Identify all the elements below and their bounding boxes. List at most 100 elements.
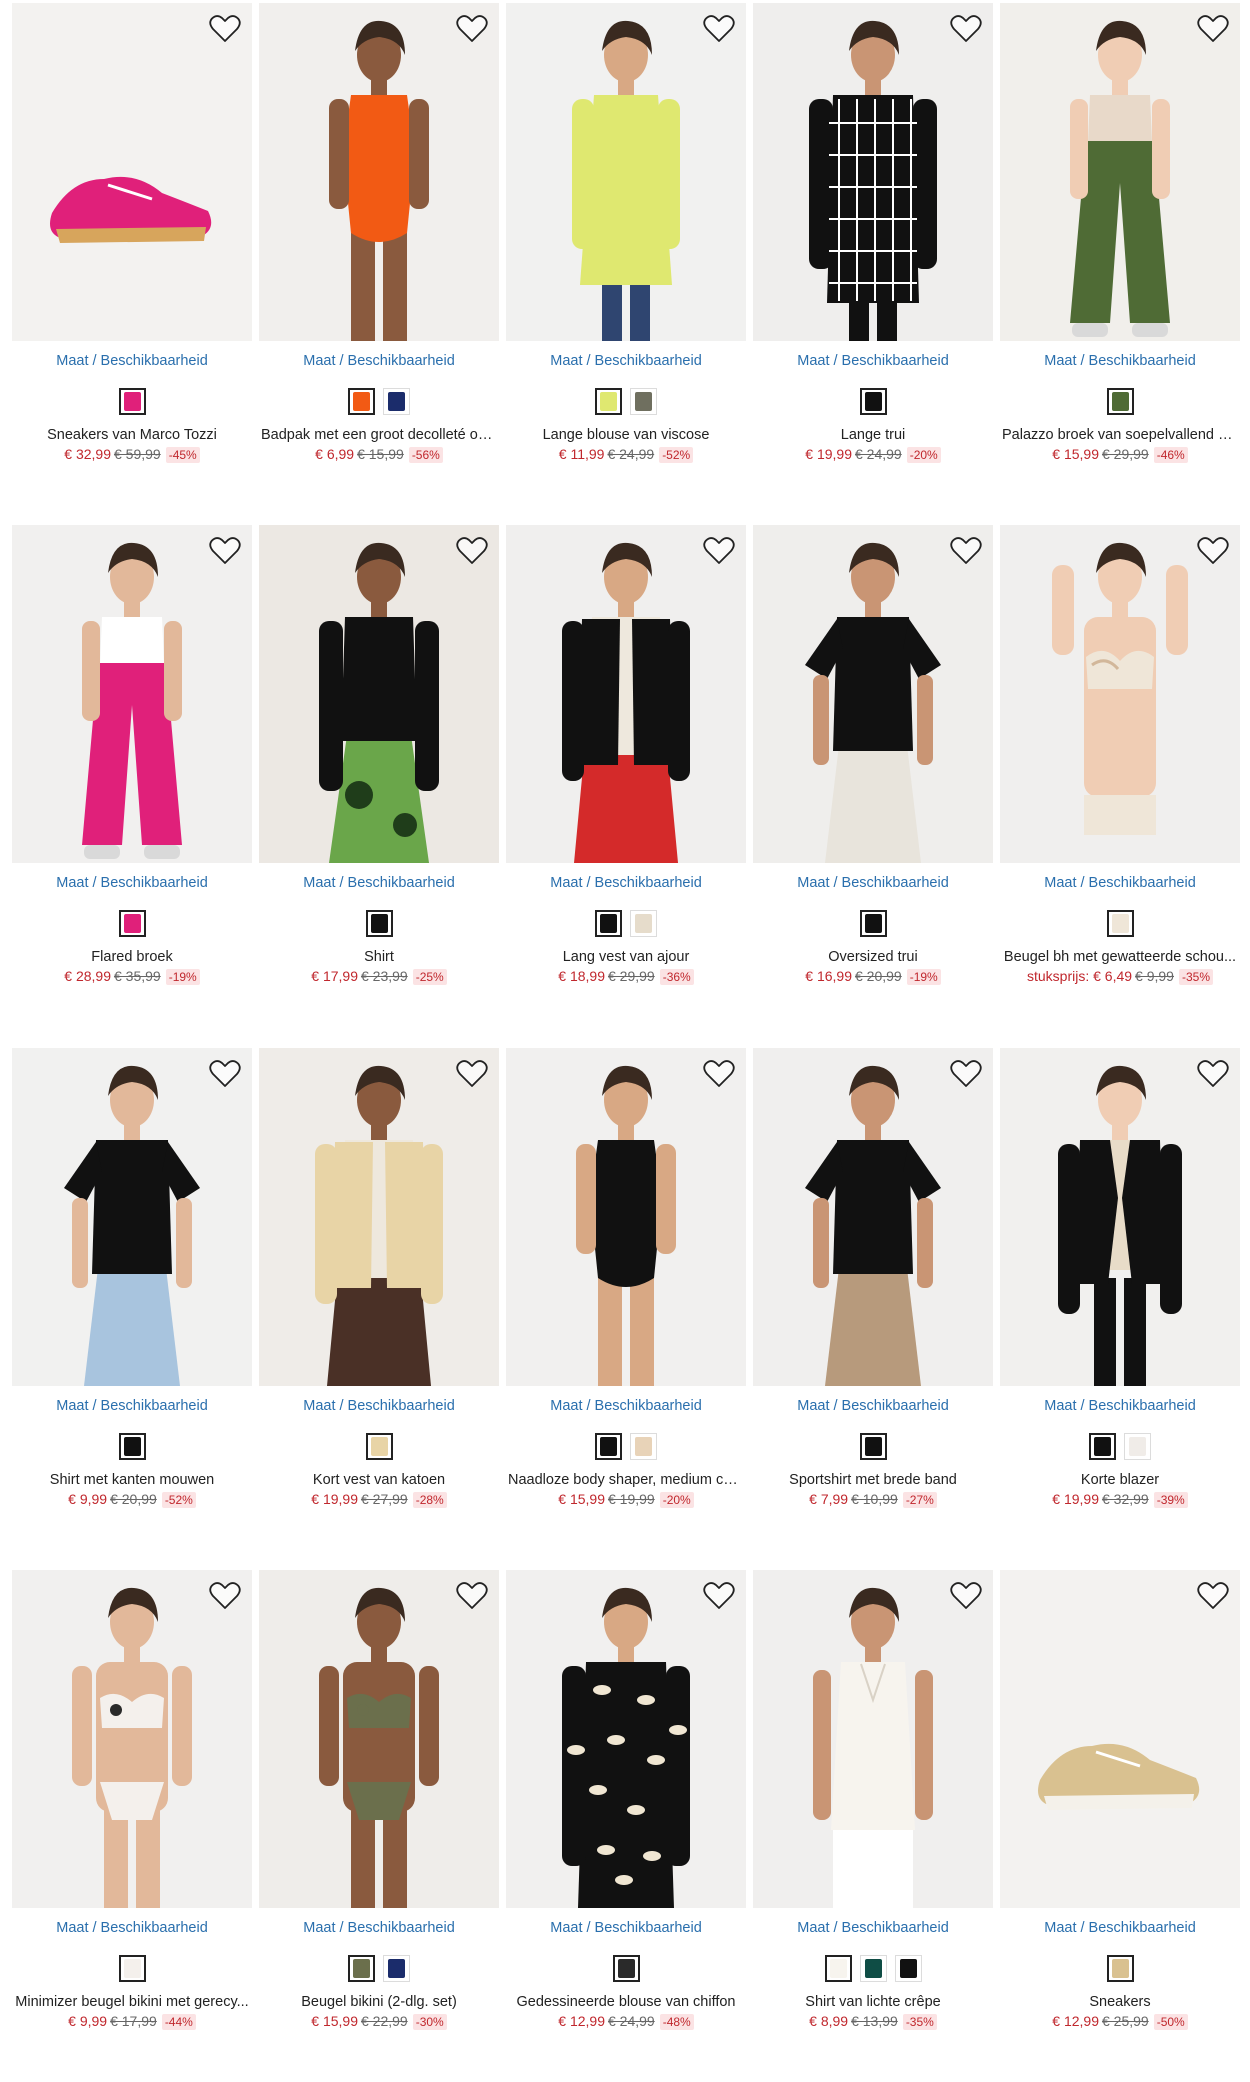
color-swatch[interactable]	[859, 1432, 887, 1460]
wishlist-heart-icon[interactable]	[702, 1058, 736, 1090]
product-name[interactable]: Lange trui	[753, 427, 993, 443]
size-availability-link[interactable]: Maat / Beschikbaarheid	[1000, 875, 1240, 891]
product-image[interactable]	[1000, 3, 1240, 341]
product-name[interactable]: Shirt met kanten mouwen	[12, 1472, 252, 1488]
size-availability-link[interactable]: Maat / Beschikbaarheid	[1000, 1398, 1240, 1414]
color-swatch[interactable]	[1106, 909, 1134, 937]
product-card[interactable]: Maat / Beschikbaarheid Korte blazer € 19,9…	[1000, 1048, 1240, 1508]
product-name[interactable]: Beugel bh met gewatteerde schou...	[1000, 949, 1240, 965]
size-availability-link[interactable]: Maat / Beschikbaarheid	[753, 1920, 993, 1936]
wishlist-heart-icon[interactable]	[208, 535, 242, 567]
wishlist-heart-icon[interactable]	[702, 535, 736, 567]
wishlist-heart-icon[interactable]	[455, 1058, 489, 1090]
product-image[interactable]	[259, 3, 499, 341]
product-name[interactable]: Kort vest van katoen	[259, 1472, 499, 1488]
color-swatch[interactable]	[824, 1954, 852, 1982]
wishlist-heart-icon[interactable]	[1196, 1058, 1230, 1090]
product-card[interactable]: Maat / Beschikbaarheid Lange trui € 19,99 €…	[753, 3, 993, 463]
product-image[interactable]	[259, 525, 499, 863]
color-swatch[interactable]	[348, 1954, 375, 1982]
size-availability-link[interactable]: Maat / Beschikbaarheid	[1000, 1920, 1240, 1936]
product-card[interactable]: Maat / Beschikbaarheid Lang vest van ajou…	[506, 525, 746, 985]
product-card[interactable]: Maat / Beschikbaarheid Oversized trui € 16…	[753, 525, 993, 985]
product-image[interactable]	[753, 3, 993, 341]
product-card[interactable]: Maat / Beschikbaarheid Beugel bikini (2-d…	[259, 1570, 499, 2030]
color-swatch[interactable]	[1089, 1432, 1116, 1460]
product-image[interactable]	[1000, 525, 1240, 863]
size-availability-link[interactable]: Maat / Beschikbaarheid	[506, 1920, 746, 1936]
product-image[interactable]	[506, 1048, 746, 1386]
wishlist-heart-icon[interactable]	[702, 13, 736, 45]
color-swatch[interactable]	[1124, 1432, 1151, 1460]
wishlist-heart-icon[interactable]	[208, 1058, 242, 1090]
product-image[interactable]	[753, 1048, 993, 1386]
wishlist-heart-icon[interactable]	[455, 1580, 489, 1612]
product-image[interactable]	[12, 1570, 252, 1908]
wishlist-heart-icon[interactable]	[949, 1058, 983, 1090]
product-card[interactable]: Maat / Beschikbaarheid Shirt van lichte c…	[753, 1570, 993, 2030]
color-swatch[interactable]	[118, 387, 146, 415]
size-availability-link[interactable]: Maat / Beschikbaarheid	[12, 1920, 252, 1936]
product-name[interactable]: Badpak met een groot decolleté op...	[259, 427, 499, 443]
color-swatch[interactable]	[1106, 387, 1134, 415]
wishlist-heart-icon[interactable]	[208, 13, 242, 45]
size-availability-link[interactable]: Maat / Beschikbaarheid	[12, 353, 252, 369]
product-image[interactable]	[753, 525, 993, 863]
product-image[interactable]	[506, 3, 746, 341]
wishlist-heart-icon[interactable]	[455, 13, 489, 45]
wishlist-heart-icon[interactable]	[455, 535, 489, 567]
product-card[interactable]: Maat / Beschikbaarheid Lange blouse van v…	[506, 3, 746, 463]
color-swatch[interactable]	[365, 1432, 393, 1460]
color-swatch[interactable]	[630, 1432, 657, 1460]
product-image[interactable]	[506, 1570, 746, 1908]
product-image[interactable]	[12, 1048, 252, 1386]
wishlist-heart-icon[interactable]	[1196, 1580, 1230, 1612]
wishlist-heart-icon[interactable]	[1196, 13, 1230, 45]
color-swatch[interactable]	[859, 387, 887, 415]
wishlist-heart-icon[interactable]	[949, 535, 983, 567]
color-swatch[interactable]	[894, 1954, 922, 1982]
product-image[interactable]	[12, 3, 252, 341]
product-name[interactable]: Sneakers	[1000, 1994, 1240, 2010]
size-availability-link[interactable]: Maat / Beschikbaarheid	[506, 353, 746, 369]
product-name[interactable]: Lange blouse van viscose	[506, 427, 746, 443]
color-swatch[interactable]	[383, 1954, 410, 1982]
product-card[interactable]: Maat / Beschikbaarheid Kort vest van kato…	[259, 1048, 499, 1508]
product-name[interactable]: Korte blazer	[1000, 1472, 1240, 1488]
color-swatch[interactable]	[365, 909, 393, 937]
size-availability-link[interactable]: Maat / Beschikbaarheid	[12, 1398, 252, 1414]
product-card[interactable]: Maat / Beschikbaarheid Sportshirt met bre…	[753, 1048, 993, 1508]
size-availability-link[interactable]: Maat / Beschikbaarheid	[753, 1398, 993, 1414]
size-availability-link[interactable]: Maat / Beschikbaarheid	[259, 1398, 499, 1414]
color-swatch[interactable]	[118, 1432, 146, 1460]
color-swatch[interactable]	[595, 909, 622, 937]
product-card[interactable]: Maat / Beschikbaarheid Gedessineerde blou…	[506, 1570, 746, 2030]
product-card[interactable]: Maat / Beschikbaarheid Sneakers € 12,99 € 2…	[1000, 1570, 1240, 2030]
product-image[interactable]	[259, 1570, 499, 1908]
size-availability-link[interactable]: Maat / Beschikbaarheid	[12, 875, 252, 891]
color-swatch[interactable]	[595, 387, 622, 415]
product-image[interactable]	[506, 525, 746, 863]
product-name[interactable]: Oversized trui	[753, 949, 993, 965]
color-swatch[interactable]	[383, 387, 410, 415]
product-name[interactable]: Palazzo broek van soepelvallend sa...	[1000, 427, 1240, 443]
color-swatch[interactable]	[118, 1954, 146, 1982]
color-swatch[interactable]	[348, 387, 375, 415]
size-availability-link[interactable]: Maat / Beschikbaarheid	[506, 1398, 746, 1414]
product-name[interactable]: Beugel bikini (2-dlg. set)	[259, 1994, 499, 2010]
color-swatch[interactable]	[859, 909, 887, 937]
product-name[interactable]: Minimizer beugel bikini met gerecy...	[12, 1994, 252, 2010]
product-image[interactable]	[259, 1048, 499, 1386]
product-card[interactable]: Maat / Beschikbaarheid Shirt € 17,99 € 23,9…	[259, 525, 499, 985]
size-availability-link[interactable]: Maat / Beschikbaarheid	[753, 875, 993, 891]
product-name[interactable]: Shirt van lichte crêpe	[753, 1994, 993, 2010]
product-card[interactable]: Maat / Beschikbaarheid Shirt met kanten m…	[12, 1048, 252, 1508]
size-availability-link[interactable]: Maat / Beschikbaarheid	[259, 353, 499, 369]
wishlist-heart-icon[interactable]	[949, 1580, 983, 1612]
product-name[interactable]: Lang vest van ajour	[506, 949, 746, 965]
product-card[interactable]: Maat / Beschikbaarheid Beugel bh met gewa…	[1000, 525, 1240, 985]
product-name[interactable]: Sneakers van Marco Tozzi	[12, 427, 252, 443]
product-image[interactable]	[1000, 1048, 1240, 1386]
size-availability-link[interactable]: Maat / Beschikbaarheid	[506, 875, 746, 891]
product-image[interactable]	[12, 525, 252, 863]
